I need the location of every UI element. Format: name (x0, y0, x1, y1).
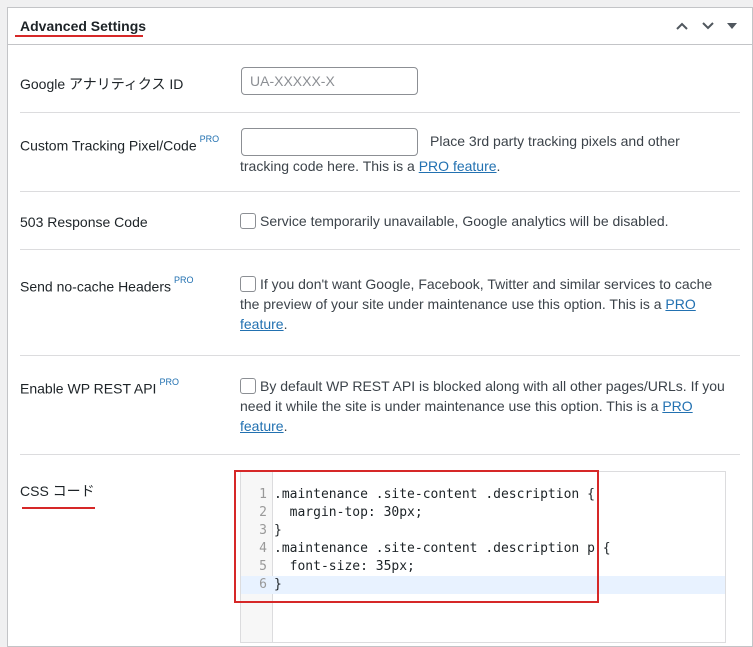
rest-label: Enable WP REST API PRO (20, 377, 179, 397)
triangle-down-icon[interactable] (722, 16, 742, 36)
pro-badge: PRO (199, 134, 220, 144)
css-label: CSS コード (20, 483, 95, 499)
pixel-desc-end: . (496, 158, 501, 174)
pixel-label-text: Custom Tracking Pixel/Code (20, 137, 197, 154)
rest-line3: feature. (240, 417, 287, 437)
503-option: Service temporarily unavailable, Google … (240, 212, 669, 232)
rest-label-text: Enable WP REST API (20, 380, 157, 397)
pixel-desc-line1: Place 3rd party tracking pixels and othe… (430, 133, 680, 149)
row-divider (20, 112, 740, 113)
row-divider (20, 355, 740, 356)
feature-link[interactable]: feature (240, 418, 284, 434)
rest-end: . (283, 418, 288, 434)
nocache-desc1: If you don't want Google, Facebook, Twit… (260, 276, 713, 292)
panel-header: Advanced Settings (8, 8, 752, 45)
pro-badge: PRO (174, 275, 194, 285)
feature-link[interactable]: feature (240, 316, 284, 332)
pixel-desc-line2: tracking code here. This is a PRO featur… (240, 157, 500, 177)
503-desc: Service temporarily unavailable, Google … (260, 213, 669, 229)
pro-feature-link[interactable]: PRO feature (419, 158, 497, 174)
nocache-line3: feature. (240, 315, 287, 335)
css-annotation-underline (22, 507, 95, 509)
rest-checkbox[interactable] (240, 378, 256, 394)
503-label: 503 Response Code (20, 214, 148, 230)
nocache-line2: the preview of your site under maintenan… (240, 295, 696, 315)
rest-line2: need it while the site is under maintena… (240, 397, 693, 417)
nocache-checkbox[interactable] (240, 276, 256, 292)
tracking-pixel-input[interactable] (241, 128, 418, 156)
503-checkbox[interactable] (240, 213, 256, 229)
rest-desc1: By default WP REST API is blocked along … (260, 378, 725, 394)
nocache-desc2: the preview of your site under maintenan… (240, 296, 666, 312)
pro-link[interactable]: PRO (662, 398, 692, 414)
nocache-end: . (283, 316, 288, 332)
pixel-desc-text: tracking code here. This is a (240, 158, 419, 174)
panel-title: Advanced Settings (20, 18, 147, 34)
row-divider (20, 454, 740, 455)
advanced-settings-panel: Advanced Settings Google アナリティクス ID Cust… (7, 7, 753, 647)
ga-label: Google アナリティクス ID (20, 76, 184, 92)
rest-desc2: need it while the site is under maintena… (240, 398, 663, 414)
row-divider (20, 191, 740, 192)
row-divider (20, 249, 740, 250)
rest-line1: By default WP REST API is blocked along … (240, 377, 725, 397)
nocache-line1: If you don't want Google, Facebook, Twit… (240, 275, 712, 295)
chevron-up-icon[interactable] (672, 16, 692, 36)
pixel-label: Custom Tracking Pixel/Code PRO (20, 134, 220, 154)
nocache-label: Send no-cache Headers PRO (20, 275, 194, 295)
code-annotation-box (234, 470, 599, 603)
title-annotation-underline (15, 35, 143, 37)
pro-badge: PRO (159, 377, 179, 387)
nocache-label-text: Send no-cache Headers (20, 278, 171, 295)
pro-link[interactable]: PRO (665, 296, 695, 312)
ga-id-input[interactable] (241, 67, 418, 95)
chevron-down-icon[interactable] (698, 16, 718, 36)
